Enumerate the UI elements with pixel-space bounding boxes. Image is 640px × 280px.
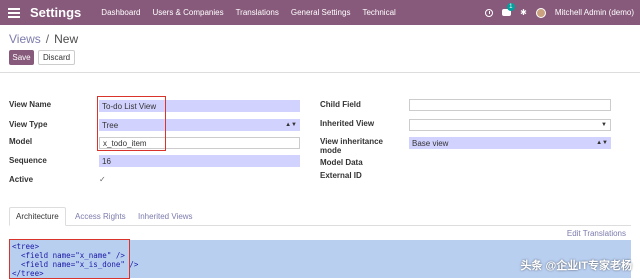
control-panel-divider [0, 72, 640, 73]
tab-architecture[interactable]: Architecture [9, 207, 66, 226]
inherited-view-select[interactable]: ▼ [409, 119, 611, 131]
activity-clock-icon[interactable] [485, 8, 494, 17]
child-field-input[interactable] [409, 99, 611, 111]
menu-technical[interactable]: Technical [356, 8, 401, 17]
menu-users-companies[interactable]: Users & Companies [146, 8, 229, 17]
tab-inherited-views[interactable]: Inherited Views [132, 207, 199, 226]
view-type-label: View Type [9, 120, 48, 129]
code-annotation-box [9, 239, 130, 279]
model-data-label: Model Data [320, 158, 363, 167]
app-brand[interactable]: Settings [30, 5, 81, 20]
select-arrows-icon: ▲▼ [285, 122, 297, 128]
chat-count-badge: 1 [507, 3, 515, 11]
view-inheritance-mode-label-line2: mode [320, 146, 342, 155]
chevron-down-icon: ▼ [601, 122, 607, 128]
menu-general-settings[interactable]: General Settings [285, 8, 357, 17]
main-menu: Dashboard Users & Companies Translations… [95, 8, 402, 17]
discard-button[interactable]: Discard [38, 50, 75, 65]
messaging-menu[interactable]: 1 [502, 3, 515, 16]
inherited-view-label: Inherited View [320, 119, 375, 128]
annotation-highlight-box [97, 96, 166, 151]
debug-bug-icon[interactable]: ✱ [520, 8, 527, 17]
save-button[interactable]: Save [9, 50, 34, 65]
view-inheritance-mode-select[interactable]: Base view ▲▼ [409, 137, 611, 149]
tab-access-rights[interactable]: Access Rights [69, 207, 132, 226]
active-label: Active [9, 175, 34, 184]
view-inheritance-mode-label: View inheritance mode [320, 137, 383, 155]
breadcrumb-views-link[interactable]: Views [9, 32, 41, 46]
select-arrows-icon: ▲▼ [596, 140, 608, 146]
watermark-text: 头条 @企业IT专家老杨 [520, 260, 632, 272]
apps-menu-icon[interactable] [8, 7, 20, 18]
view-inheritance-mode-label-line1: View inheritance [320, 137, 383, 146]
breadcrumb: Views / New [9, 32, 78, 46]
user-avatar[interactable] [535, 7, 546, 18]
child-field-label: Child Field [320, 100, 361, 109]
external-id-label: External ID [320, 171, 362, 180]
navbar-right: 1 ✱ Mitchell Admin (demo) [485, 0, 634, 25]
sequence-label: Sequence [9, 156, 47, 165]
sequence-input[interactable]: 16 [99, 155, 300, 167]
menu-translations[interactable]: Translations [230, 8, 285, 17]
top-navbar: Settings Dashboard Users & Companies Tra… [0, 0, 640, 25]
model-label: Model [9, 137, 33, 146]
view-inheritance-mode-value: Base view [412, 138, 449, 148]
edit-translations-link[interactable]: Edit Translations [567, 229, 626, 238]
menu-dashboard[interactable]: Dashboard [95, 8, 146, 17]
active-checkbox[interactable]: ✓ [99, 175, 106, 184]
user-menu-name[interactable]: Mitchell Admin (demo) [555, 8, 634, 17]
breadcrumb-current: New [54, 32, 79, 46]
view-name-label: View Name [9, 100, 52, 109]
breadcrumb-separator: / [45, 32, 50, 46]
